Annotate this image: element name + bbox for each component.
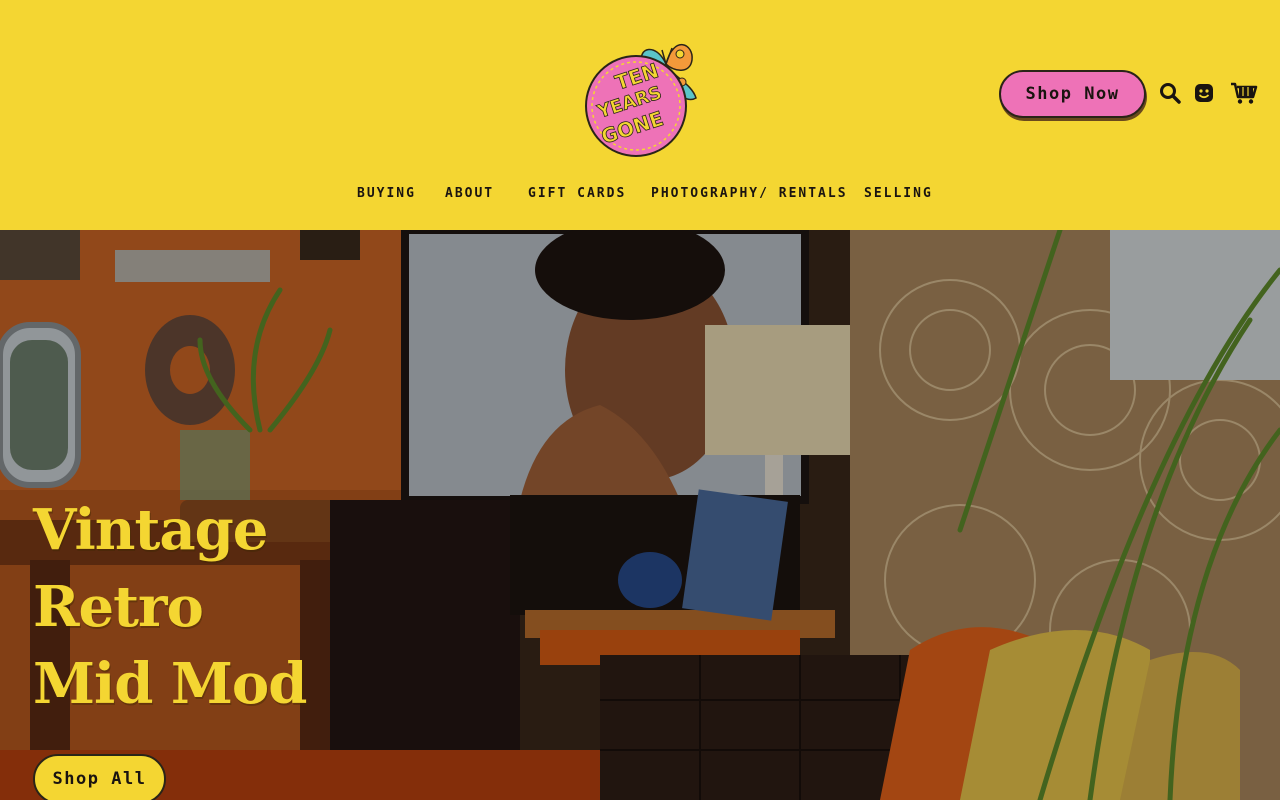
site-header: TEN YEARS GONE Shop Now BUYING ABOUT GIF… [0, 0, 1280, 230]
hero-headline: Vintage Retro Mid Mod [33, 492, 307, 723]
nav-item-about[interactable]: ABOUT [445, 186, 494, 201]
account-smiley-icon[interactable] [1191, 80, 1217, 106]
hero-line-retro: Retro [33, 574, 204, 640]
nav-item-buying[interactable]: BUYING [357, 186, 416, 201]
shop-now-button[interactable]: Shop Now [999, 70, 1146, 118]
main-nav: BUYING ABOUT GIFT CARDS PHOTOGRAPHY/ REN… [0, 186, 1280, 206]
hero-line-mid-mod: Mid Mod [33, 651, 307, 717]
nav-item-selling[interactable]: SELLING [864, 186, 933, 201]
shop-all-button[interactable]: Shop All [33, 754, 166, 800]
cart-icon[interactable] [1229, 80, 1259, 106]
ten-years-gone-logo[interactable]: TEN YEARS GONE [578, 24, 702, 162]
hero-line-vintage: Vintage [33, 497, 268, 563]
hero-banner: Vintage Retro Mid Mod Shop All [0, 230, 1280, 800]
butterfly-logo-icon: TEN YEARS GONE [585, 43, 697, 157]
nav-item-gift-cards[interactable]: GIFT CARDS [528, 186, 626, 201]
search-icon[interactable] [1157, 80, 1183, 106]
nav-item-photography-rentals[interactable]: PHOTOGRAPHY/ RENTALS [651, 186, 848, 201]
